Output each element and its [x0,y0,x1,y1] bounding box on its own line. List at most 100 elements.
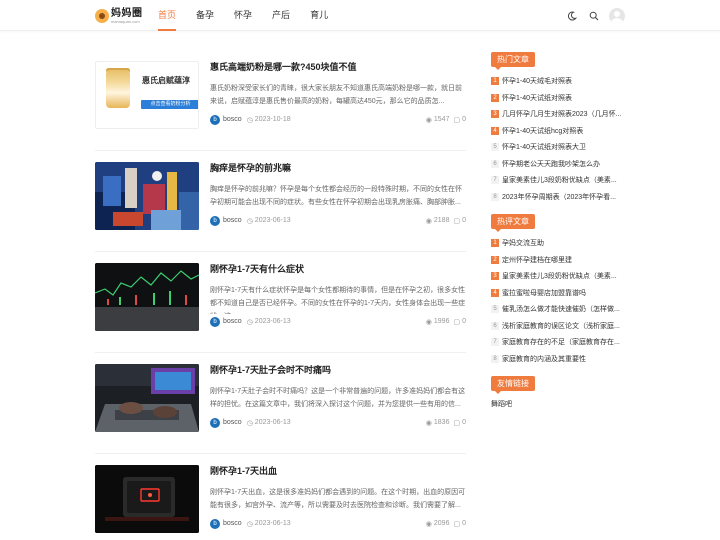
site-logo[interactable]: 妈妈圈 mamaquan.com [95,6,143,26]
list-item[interactable]: 惠氏启赋蕴淳 点击查看奶粉分析 惠氏高端奶粉是哪一款?450块值不值 惠氏奶粉深… [95,51,466,151]
list-item[interactable]: 刚怀孕1-7天肚子会时不时痛吗 刚怀孕1-7天肚子会时不时痛吗？这是一个非常普遍… [95,354,466,454]
post-meta: b bosco ◷ 2023-06-13 ◉ 2188 ▢ 0 [210,215,466,226]
comment-icon: ▢ [453,520,461,528]
logo-url: mamaquan.com [111,18,140,24]
list-item[interactable]: 刚怀孕1-7天有什么症状 刚怀孕1-7天有什么症状怀孕是每个女性都期待的事情，但… [95,253,466,353]
post-views: 1836 [433,419,450,426]
post-meta: b bosco ◷ 2023-06-13 ◉ 2096 ▢ 0 [210,518,466,529]
thumb-brand: 惠氏启赋蕴淳 [142,76,190,85]
post-thumbnail[interactable] [95,263,199,331]
hot-article-item[interactable]: 1 怀孕1-40天绒毛对照表 [491,73,625,90]
comment-icon: ▢ [453,217,461,225]
list-item[interactable]: 刚怀孕1-7天出血 刚怀孕1-7天出血，这是很多准妈妈们都会遇到的问题。在这个时… [95,455,466,540]
post-title[interactable]: 胸痒是怀孕的前兆嘛 [210,161,466,174]
stock-chart-image [95,263,199,331]
eye-icon: ◉ [425,217,432,225]
post-title[interactable]: 惠氏高端奶粉是哪一款?450块值不值 [210,60,466,73]
clock-icon: ◷ [246,520,253,528]
hot-article-item[interactable]: 4 怀孕1-40天试纸hcg对照表 [491,123,625,140]
post-author[interactable]: bosco [223,318,242,325]
hot-review-item[interactable]: 5 催乳汤怎么做才能快速催奶（怎样做... [491,301,625,318]
moon-icon[interactable] [563,7,581,25]
post-excerpt: 胸痒是怀孕的前兆嘛？怀孕是每个女性都会经历的一段特殊时期，不同的女性在怀孕初期可… [210,186,462,206]
sidebar: 热门文章 1 怀孕1-40天绒毛对照表 2 怀孕1-40天试纸对照表 3 几月怀孕几月… [491,51,625,409]
post-comments: 0 [462,116,466,123]
post-excerpt: 刚怀孕1-7天有什么症状怀孕是每个女性都期待的事情，但是在怀孕之初，很多女性都不… [210,287,466,314]
post-views: 1996 [433,318,450,325]
author-avatar-icon: b [210,215,220,226]
post-views: 1547 [433,116,450,123]
nav-item-pregnancy[interactable]: 怀孕 [234,0,252,31]
post-date: 2023-06-13 [254,318,291,325]
logo-name: 妈妈圈 [111,7,143,19]
author-avatar-icon: b [210,417,220,428]
post-meta: b bosco ◷ 2023-06-13 ◉ 1836 ▢ 0 [210,417,466,428]
post-views: 2096 [433,520,450,527]
post-comments: 0 [462,419,466,426]
post-author[interactable]: bosco [223,116,242,123]
hot-article-item[interactable]: 2 怀孕1-40天试纸对照表 [491,90,625,107]
hot-articles-list: 1 怀孕1-40天绒毛对照表 2 怀孕1-40天试纸对照表 3 几月怀孕几月生对照表2… [491,73,625,205]
hot-reviews-list: 1 孕妈交流互助 2 定州怀孕建档在哪里建 3 皇家美素佳儿3段奶粉优缺点（美素...… [491,235,625,367]
post-author[interactable]: bosco [223,520,242,527]
hot-article-item[interactable]: 8 2023年怀孕周期表（2023年怀孕看... [491,189,625,206]
post-title[interactable]: 刚怀孕1-7天出血 [210,464,466,477]
header-tools [559,6,625,26]
red-light-device-image [95,465,199,533]
post-date: 2023-06-13 [254,217,291,224]
author-avatar-icon: b [210,316,220,327]
hot-article-item[interactable]: 7 皇家美素佳儿3段奶粉优缺点（美素... [491,172,625,189]
abstract-painting-image [95,162,199,230]
nav-item-parenting[interactable]: 育儿 [310,0,328,31]
post-author[interactable]: bosco [223,217,242,224]
clock-icon: ◷ [246,116,253,124]
hot-article-item[interactable]: 3 几月怀孕几月生对照表2023（几月怀... [491,106,625,123]
eye-icon: ◉ [425,520,432,528]
hot-review-item[interactable]: 2 定州怀孕建档在哪里建 [491,252,625,269]
list-item[interactable]: 胸痒是怀孕的前兆嘛 胸痒是怀孕的前兆嘛？怀孕是每个女性都会经历的一段特殊时期，不… [95,152,466,252]
post-title[interactable]: 刚怀孕1-7天有什么症状 [210,262,466,275]
post-thumbnail[interactable] [95,364,199,432]
nav-item-prepare[interactable]: 备孕 [196,0,214,31]
nav-item-home[interactable]: 首页 [158,0,177,31]
author-avatar-icon: b [210,114,220,125]
post-date: 2023-10-18 [254,116,291,123]
post-excerpt: 刚怀孕1-7天出血，这是很多准妈妈们都会遇到的问题。在这个时期，出血的原因可能有… [210,489,466,509]
user-avatar[interactable] [609,8,625,24]
hot-review-item[interactable]: 4 蜜拉蜜啦母婴店加盟靠谱吗 [491,285,625,302]
hot-review-item[interactable]: 6 浅析家庭教育的误区论文（浅析家庭... [491,318,625,335]
post-thumbnail[interactable]: 惠氏启赋蕴淳 点击查看奶粉分析 [95,61,199,129]
post-excerpt: 惠氏奶粉深受家长们的青睐，很大家长朋友不知道惠氏高端奶粉是哪一款，就日前来说，启… [210,85,462,105]
hot-review-item[interactable]: 8 家庭教育的内涵及其重要性 [491,351,625,368]
post-meta: b bosco ◷ 2023-06-13 ◉ 1996 ▢ 0 [210,316,466,327]
post-title[interactable]: 刚怀孕1-7天肚子会时不时痛吗 [210,363,466,376]
friend-links-title: 友情链接 [491,376,535,394]
site-header: 妈妈圈 mamaquan.com 首页 备孕 怀孕 产后 育儿 [0,0,720,31]
comment-icon: ▢ [453,116,461,124]
post-thumbnail[interactable] [95,465,199,533]
comment-icon: ▢ [453,419,461,427]
comment-icon: ▢ [453,318,461,326]
post-comments: 0 [462,318,466,325]
post-list: 惠氏启赋蕴淳 点击查看奶粉分析 惠氏高端奶粉是哪一款?450块值不值 惠氏奶粉深… [95,51,466,540]
laptop-typing-image [95,364,199,432]
clock-icon: ◷ [246,419,253,427]
hot-article-item[interactable]: 5 怀孕1-40天试纸对照表大卫 [491,139,625,156]
hot-reviews-title: 热评文章 [491,214,535,232]
clock-icon: ◷ [246,318,253,326]
hot-review-item[interactable]: 1 孕妈交流互助 [491,235,625,252]
nav-item-postpartum[interactable]: 产后 [272,0,290,31]
friend-link[interactable]: 舞蹈吧 [491,399,625,409]
eye-icon: ◉ [425,419,432,427]
eye-icon: ◉ [425,116,432,124]
post-comments: 0 [462,217,466,224]
post-thumbnail[interactable] [95,162,199,230]
thumb-cta: 点击查看奶粉分析 [141,100,198,109]
post-author[interactable]: bosco [223,419,242,426]
hot-review-item[interactable]: 3 皇家美素佳儿3段奶粉优缺点（美素... [491,268,625,285]
author-avatar-icon: b [210,518,220,529]
post-date: 2023-06-13 [254,520,291,527]
search-icon[interactable] [585,7,603,25]
hot-article-item[interactable]: 6 怀孕期老公天天跑我吵架怎么办 [491,156,625,173]
hot-review-item[interactable]: 7 家庭教育存在的不足（家庭教育存在... [491,334,625,351]
